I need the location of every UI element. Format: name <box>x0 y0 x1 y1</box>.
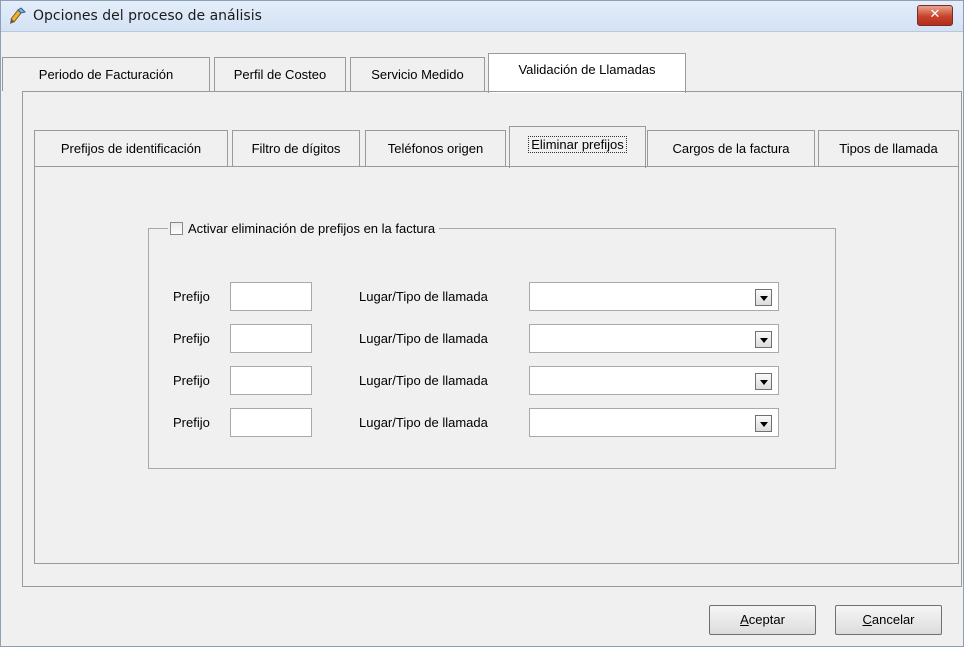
activate-removal-checkbox[interactable]: Activar eliminación de prefijos en la fa… <box>168 218 440 238</box>
tab-label: Cargos de la factura <box>672 141 790 156</box>
tab-label: Tipos de llamada <box>839 141 938 156</box>
subtab-prefijos-de-identificacion[interactable]: Prefijos de identificación <box>34 130 228 166</box>
subtab-cargos-de-la-factura[interactable]: Cargos de la factura <box>647 130 815 166</box>
checkbox-label: Activar eliminación de prefijos en la fa… <box>188 220 436 236</box>
app-icon <box>10 7 26 24</box>
tab-label: Validación de Llamadas <box>518 62 656 77</box>
prefix-label: Prefijo <box>173 415 210 430</box>
close-icon: ✕ <box>929 7 941 22</box>
place-type-label: Lugar/Tipo de llamada <box>359 289 488 304</box>
tab-label: Teléfonos origen <box>387 141 484 156</box>
close-button[interactable]: ✕ <box>917 5 953 26</box>
place-type-select-3[interactable] <box>529 366 779 395</box>
accept-mnemonic: A <box>740 612 749 627</box>
tab-perfil-de-costeo[interactable]: Perfil de Costeo <box>214 57 346 91</box>
prefix-input-4[interactable] <box>230 408 312 437</box>
place-type-label: Lugar/Tipo de llamada <box>359 373 488 388</box>
subtab-tipos-de-llamada[interactable]: Tipos de llamada <box>818 130 959 166</box>
chevron-down-icon[interactable] <box>755 331 772 348</box>
chevron-down-icon[interactable] <box>755 415 772 432</box>
place-type-label: Lugar/Tipo de llamada <box>359 415 488 430</box>
prefix-label: Prefijo <box>173 289 210 304</box>
tab-label: Eliminar prefijos <box>528 136 627 153</box>
chevron-down-icon[interactable] <box>755 373 772 390</box>
place-type-label: Lugar/Tipo de llamada <box>359 331 488 346</box>
chevron-down-icon[interactable] <box>755 289 772 306</box>
title-bar[interactable]: Opciones del proceso de análisis ✕ <box>1 1 963 32</box>
prefix-input-2[interactable] <box>230 324 312 353</box>
checkbox-box[interactable] <box>170 221 183 235</box>
cancel-button[interactable]: Cancelar <box>835 605 942 635</box>
prefix-input-3[interactable] <box>230 366 312 395</box>
dialog-window: Opciones del proceso de análisis ✕ Perio… <box>0 0 964 647</box>
subtab-filtro-de-digitos[interactable]: Filtro de dígitos <box>232 130 360 166</box>
tab-label: Servicio Medido <box>371 67 464 82</box>
tab-servicio-medido[interactable]: Servicio Medido <box>350 57 485 91</box>
tab-label: Prefijos de identificación <box>60 141 202 156</box>
prefix-label: Prefijo <box>173 373 210 388</box>
cancel-mnemonic: C <box>862 612 872 627</box>
place-type-select-4[interactable] <box>529 408 779 437</box>
accept-label: ceptar <box>748 612 785 627</box>
place-type-select-2[interactable] <box>529 324 779 353</box>
prefix-input-1[interactable] <box>230 282 312 311</box>
accept-button[interactable]: Aceptar <box>709 605 816 635</box>
tab-validacion-de-llamadas[interactable]: Validación de Llamadas <box>488 53 686 93</box>
prefix-label: Prefijo <box>173 331 210 346</box>
subtab-eliminar-prefijos[interactable]: Eliminar prefijos <box>509 126 646 168</box>
cancel-label: ancelar <box>871 612 915 627</box>
tab-label: Filtro de dígitos <box>251 141 341 156</box>
subtab-telefonos-origen[interactable]: Teléfonos origen <box>365 130 506 166</box>
tab-label: Perfil de Costeo <box>233 67 327 82</box>
place-type-select-1[interactable] <box>529 282 779 311</box>
tab-periodo-de-facturacion[interactable]: Periodo de Facturación <box>2 57 210 91</box>
tab-label: Periodo de Facturación <box>38 67 174 82</box>
window-title: Opciones del proceso de análisis <box>33 8 262 24</box>
